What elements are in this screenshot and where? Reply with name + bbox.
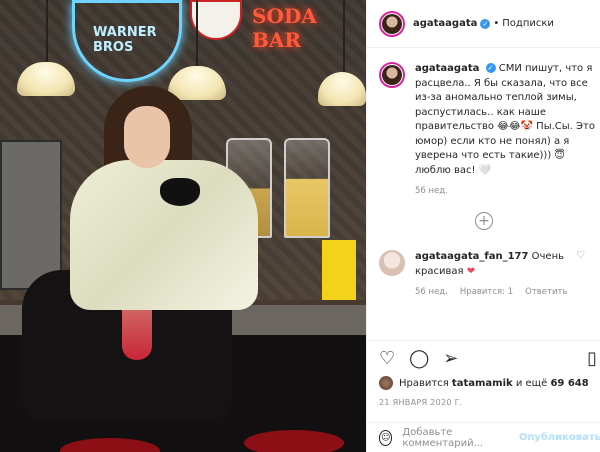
emoji-icon[interactable]: ☺ xyxy=(379,429,393,446)
likes-row: Нравится tatamamik и ещё 69 648 xyxy=(379,376,589,390)
neon-sign-text: WARNER BROS xyxy=(93,25,157,55)
comment-likes[interactable]: Нравится: 1 xyxy=(460,287,513,297)
caption-row: agataagata ✓ СМИ пишут, что я расцвела..… xyxy=(379,62,595,196)
heart-icon[interactable]: ♡ xyxy=(379,348,395,369)
yellow-box xyxy=(322,240,356,300)
soda-bar-sign: SODA BAR xyxy=(252,4,317,52)
likes-count[interactable]: 69 648 xyxy=(550,378,588,389)
comment-composer: ☺ Добавьте комментарий... Опубликовать xyxy=(367,422,600,452)
post-date: 21 ЯНВАРЯ 2020 Г. xyxy=(379,398,463,407)
comment-meta: 56 нед. Нравится: 1 Ответить xyxy=(415,287,595,297)
heart-emoji-icon: ❤ xyxy=(466,265,476,277)
avatar[interactable] xyxy=(379,10,405,37)
cocktail-glass xyxy=(122,310,152,360)
avatar[interactable] xyxy=(379,62,405,88)
avatar[interactable] xyxy=(379,376,393,390)
lamp-cord xyxy=(343,0,345,72)
bar-stool xyxy=(244,430,344,452)
jukebox xyxy=(0,140,62,290)
cereal-dispenser xyxy=(284,138,330,238)
likes-middle: и ещё xyxy=(515,377,548,389)
load-more-comments-icon[interactable]: + xyxy=(475,212,493,230)
black-bow xyxy=(160,178,200,206)
action-bar: ♡ ◯ ➢ ▯ xyxy=(367,340,600,376)
likes-prefix: Нравится xyxy=(399,377,449,389)
comment-row: agataagata_fan_177 Очень красивая ❤ 56 н… xyxy=(379,250,589,297)
verified-badge-icon: ✓ xyxy=(480,18,491,29)
header-username[interactable]: agataagata xyxy=(413,18,477,29)
comments-section: agataagata ✓ СМИ пишут, что я расцвела..… xyxy=(367,48,600,330)
bookmark-icon[interactable]: ▯ xyxy=(587,348,597,369)
avatar[interactable] xyxy=(379,250,405,276)
post-photo[interactable]: WARNER BROS SODA BAR xyxy=(0,0,366,452)
share-icon[interactable]: ➢ xyxy=(443,348,458,369)
separator-dot: • xyxy=(493,18,500,29)
following-button[interactable]: Подписки xyxy=(502,18,554,29)
comment-time: 56 нед. xyxy=(415,287,448,297)
comment-like-icon[interactable]: ♡ xyxy=(576,250,585,261)
reply-button[interactable]: Ответить xyxy=(525,287,567,297)
caption-time: 56 нед. xyxy=(415,186,448,196)
comment-icon[interactable]: ◯ xyxy=(409,348,429,369)
publish-button[interactable]: Опубликовать xyxy=(519,432,600,443)
post-header: agataagata ✓ • Подписки xyxy=(367,0,600,48)
comment-text: agataagata_fan_177 Очень красивая ❤ xyxy=(415,250,595,279)
woman-face xyxy=(124,106,170,168)
verified-badge-icon: ✓ xyxy=(485,63,496,73)
caption-text: agataagata ✓ СМИ пишут, что я расцвела..… xyxy=(415,62,595,178)
likes-user[interactable]: tatamamik xyxy=(452,378,513,389)
post-sidebar: agataagata ✓ • Подписки agataagata ✓ СМИ… xyxy=(366,0,600,452)
caption-username[interactable]: agataagata xyxy=(415,63,479,74)
caption-body: СМИ пишут, что я расцвела.. Я бы сказала… xyxy=(415,63,595,176)
comment-input[interactable]: Добавьте комментарий... xyxy=(402,427,511,449)
comment-username[interactable]: agataagata_fan_177 xyxy=(415,251,528,262)
lamp-cord xyxy=(196,0,198,66)
lamp-cord xyxy=(46,0,48,62)
